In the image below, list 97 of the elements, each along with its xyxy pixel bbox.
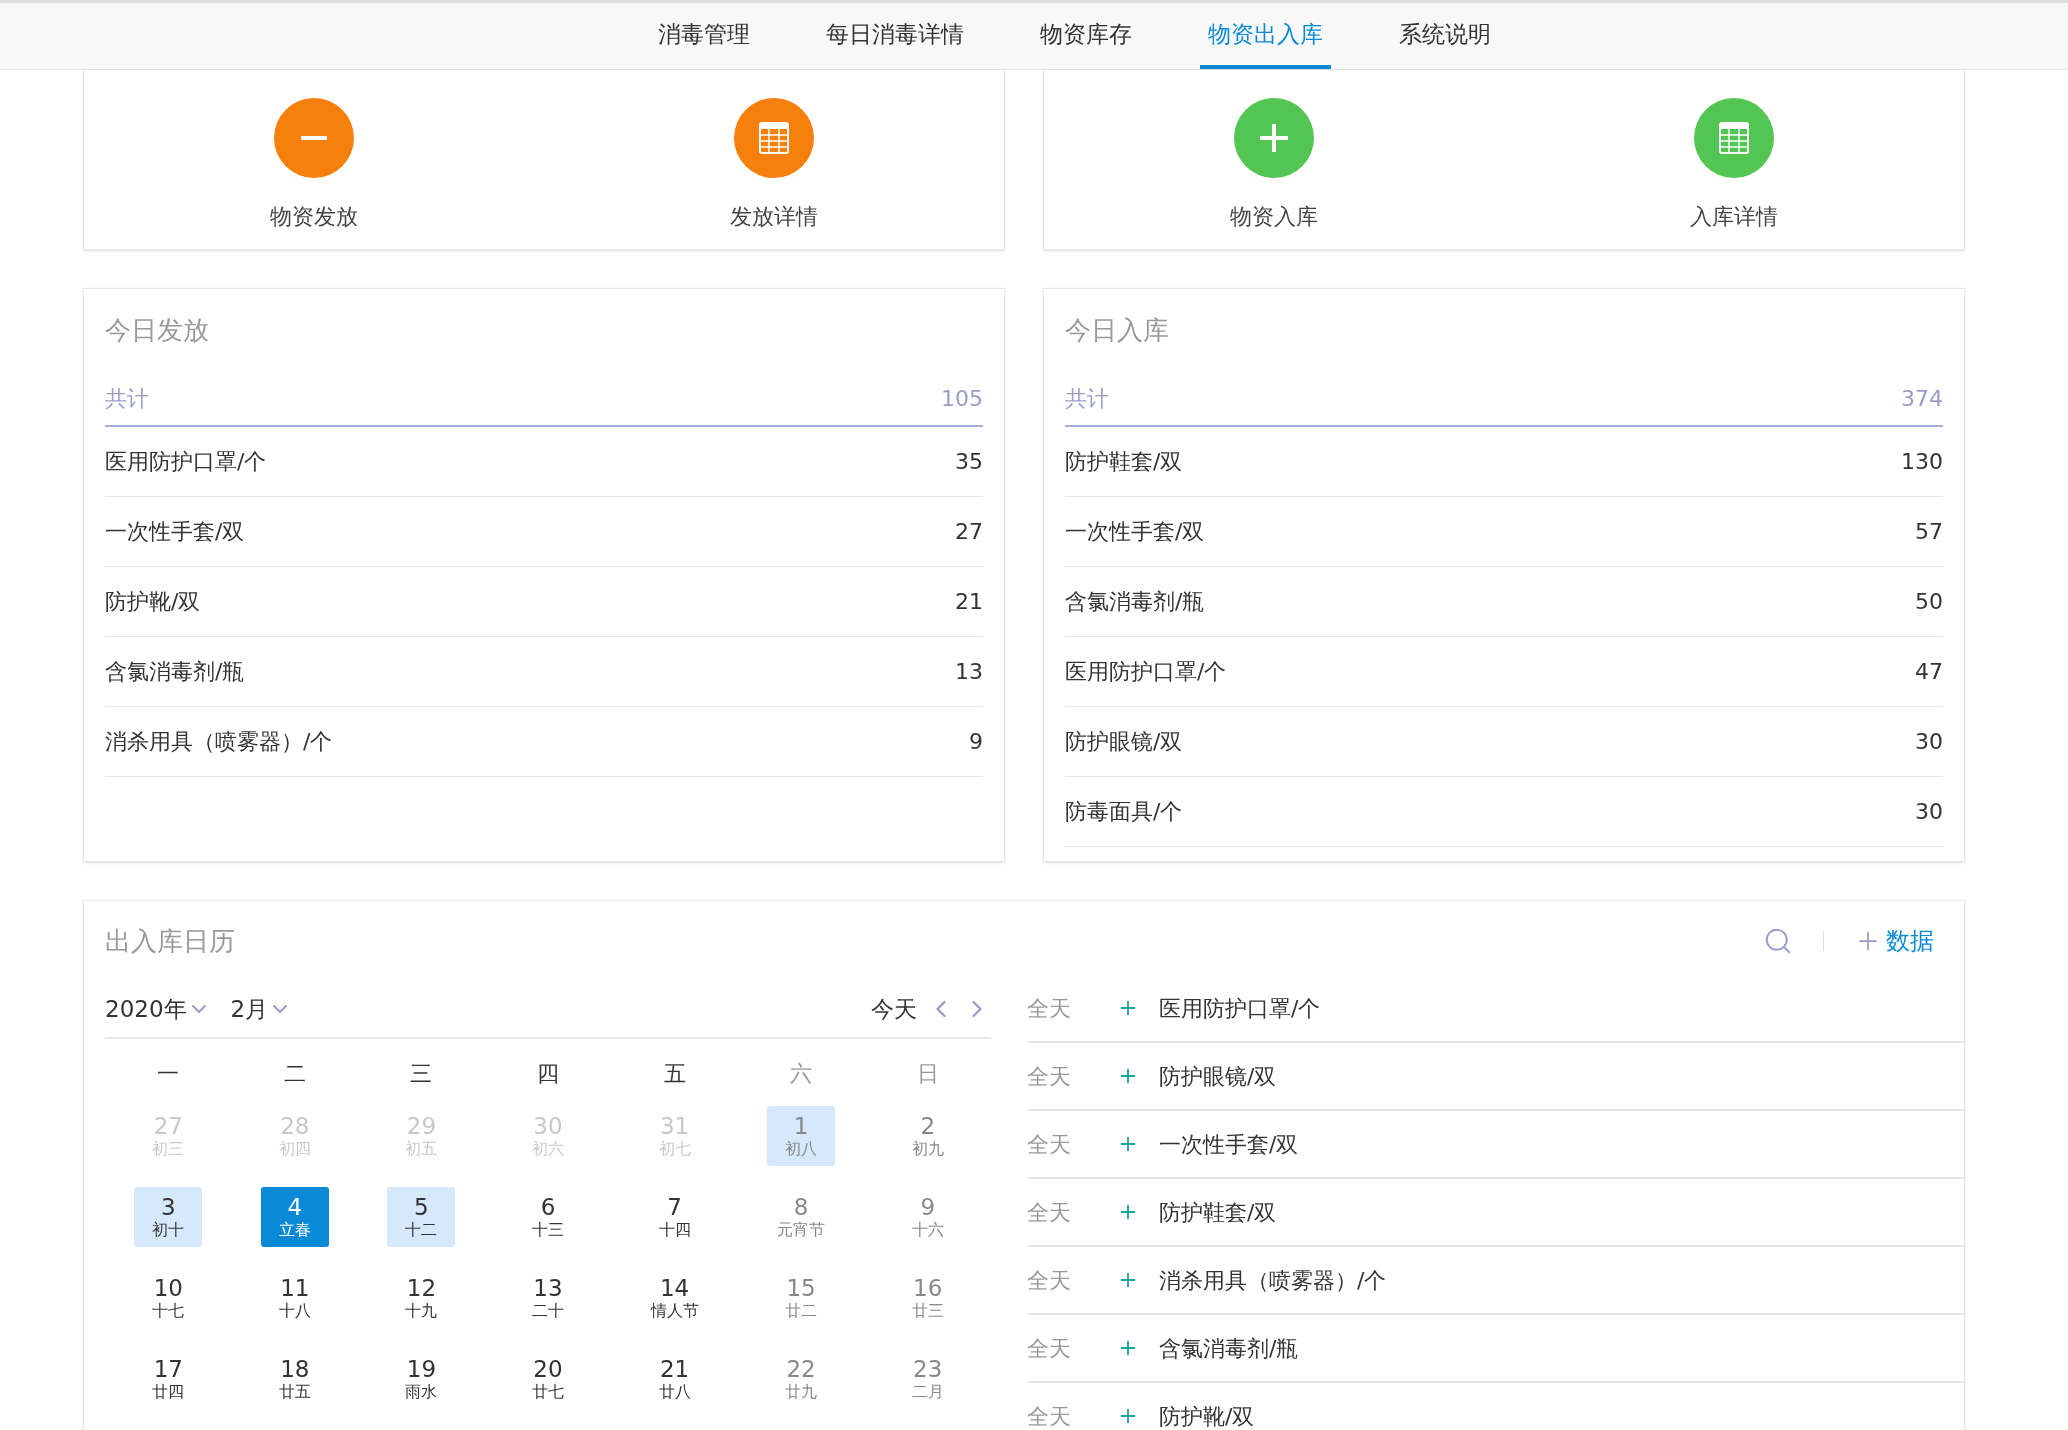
event-time: 全天 [1027,1402,1072,1430]
minus-icon [301,136,327,140]
calendar-day[interactable]: 16 廿三 [893,1267,962,1328]
calendar-day[interactable]: 18 廿五 [260,1348,329,1409]
calendar-day[interactable]: 2 初九 [893,1105,962,1166]
event-name: 防护眼镜/双 [1159,1062,1277,1091]
event-name: 医用防护口罩/个 [1159,994,1321,1023]
calendar-day[interactable]: 20 廿七 [514,1348,582,1409]
weekday-label: 五 [663,1059,686,1088]
calendar-day[interactable]: 23 二月 [893,1348,962,1409]
item-name: 医用防护口罩/个 [105,448,267,476]
weekday-label: 三 [410,1059,433,1088]
calendar-day[interactable]: 13 二十 [514,1267,582,1328]
calendar-day[interactable]: 15 廿二 [767,1267,836,1328]
event-time: 全天 [1027,994,1072,1023]
event-row[interactable]: 全天 消杀用具（喷雾器）/个 [1027,1247,1964,1315]
item-count: 13 [955,658,983,686]
item-name: 消杀用具（喷雾器）/个 [105,728,333,756]
nav-tab[interactable]: 物资出入库 [1199,3,1331,69]
item-name: 医用防护口罩/个 [1065,658,1227,686]
calendar-day[interactable]: 5 十二 [387,1186,456,1247]
year-select[interactable]: 2020年 [105,991,211,1027]
item-count: 27 [955,518,983,546]
total-label: 共计 [105,384,149,413]
calendar-day[interactable]: 4 立春 [260,1186,329,1247]
event-time: 全天 [1027,1334,1072,1363]
item-name: 含氯消毒剂/瓶 [105,658,245,686]
event-name: 防护靴/双 [1159,1402,1255,1430]
calendar-day[interactable]: 21 廿八 [640,1348,709,1409]
nav-tab[interactable]: 物资库存 [1031,3,1140,69]
event-time: 全天 [1027,1198,1072,1227]
total-value: 105 [941,384,983,413]
calendar-day[interactable]: 10 十七 [134,1267,203,1328]
event-row[interactable]: 全天 含氯消毒剂/瓶 [1027,1315,1964,1383]
item-name: 防护眼镜/双 [1065,728,1183,756]
card-title: 今日入库 [1065,314,1170,347]
calendar-day[interactable]: 14 情人节 [640,1267,709,1328]
item-count: 35 [955,448,983,476]
event-name: 防护鞋套/双 [1159,1198,1277,1227]
item-count: 130 [1901,448,1943,476]
weekday-label: 一 [157,1059,180,1088]
item-count: 21 [955,588,983,616]
weekday-label: 二 [283,1059,306,1088]
total-value: 374 [1901,384,1943,413]
item-count: 47 [1915,658,1943,686]
calendar-day[interactable]: 17 廿四 [134,1348,203,1409]
event-row[interactable]: 全天 防护鞋套/双 [1027,1179,1964,1247]
event-row[interactable]: 全天 医用防护口罩/个 [1027,975,1964,1043]
event-time: 全天 [1027,1062,1072,1091]
calendar-day[interactable]: 6 十三 [514,1186,582,1247]
plus-icon [1260,124,1288,152]
today-button[interactable]: 今天 [871,991,917,1027]
weekday-label: 四 [537,1059,559,1088]
calendar-day[interactable]: 3 初十 [134,1186,203,1247]
event-row[interactable]: 全天 一次性手套/双 [1027,1111,1964,1179]
weekday-label: 日 [916,1059,939,1088]
item-count: 30 [1915,728,1943,756]
table-icon [1719,122,1749,154]
nav-tab[interactable]: 消毒管理 [649,3,758,69]
calendar-day[interactable]: 12 十九 [387,1267,456,1328]
action-label: 入库详情 [1690,203,1778,231]
action-label: 物资入库 [1230,203,1318,231]
card-title: 今日发放 [105,314,210,347]
calendar-day[interactable]: 8 元宵节 [767,1186,836,1247]
action-label: 发放详情 [730,203,818,231]
calendar-title: 出入库日历 [105,924,236,958]
item-name: 防护鞋套/双 [1065,448,1183,476]
calendar-day[interactable]: 7 十四 [640,1186,709,1247]
event-row[interactable]: 全天 防护靴/双 [1027,1383,1964,1430]
event-time: 全天 [1027,1266,1072,1295]
search-icon[interactable] [1763,926,1793,956]
item-name: 一次性手套/双 [1065,518,1205,546]
weekday-label: 六 [790,1059,813,1088]
item-count: 57 [1915,518,1943,546]
table-icon [759,122,789,154]
event-row[interactable]: 全天 防护眼镜/双 [1027,1043,1964,1111]
calendar-day[interactable]: 19 雨水 [387,1348,456,1409]
total-label: 共计 [1065,384,1109,413]
calendar-day[interactable]: 9 十六 [893,1186,962,1247]
month-select[interactable]: 2月 [230,991,871,1027]
calendar-day[interactable]: 22 廿九 [767,1348,836,1409]
item-count: 30 [1915,798,1943,826]
add-data-button[interactable]: 数据 [1854,923,1934,959]
nav-tab[interactable]: 系统说明 [1390,3,1499,69]
item-name: 含氯消毒剂/瓶 [1065,588,1205,616]
item-count: 9 [969,728,983,756]
calendar-day[interactable]: 11 十八 [260,1267,329,1328]
item-name: 防护靴/双 [105,588,201,616]
event-name: 含氯消毒剂/瓶 [1159,1334,1299,1363]
event-name: 一次性手套/双 [1159,1130,1299,1159]
action-label: 物资发放 [270,203,358,231]
item-name: 防毒面具/个 [1065,798,1183,826]
nav-tab[interactable]: 每日消毒详情 [817,3,972,69]
event-time: 全天 [1027,1130,1072,1159]
item-count: 50 [1915,588,1943,616]
item-name: 一次性手套/双 [105,518,245,546]
event-name: 消杀用具（喷雾器）/个 [1159,1266,1387,1295]
